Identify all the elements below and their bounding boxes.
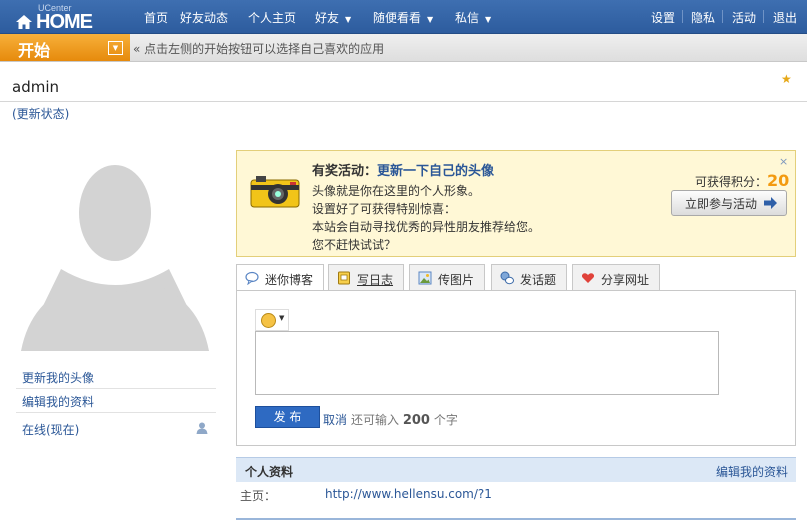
activity-line: 您不赶快试试？ bbox=[312, 238, 397, 252]
points-reward: 可获得积分：20 bbox=[695, 171, 789, 190]
nav-browse[interactable]: 随便看看 ▼ bbox=[373, 9, 433, 26]
edit-profile-label: 编辑我的资料 bbox=[22, 395, 95, 409]
emoji-picker-button[interactable]: ▼ bbox=[255, 309, 289, 331]
online-status-label: 在线(现在) bbox=[22, 423, 80, 437]
tab-label: 写日志 bbox=[357, 273, 394, 287]
caret-down-icon: ▼ bbox=[345, 15, 352, 24]
activity-line: 本站会自动寻找优秀的异性朋友推荐给您。 bbox=[312, 220, 541, 234]
nav-divider bbox=[722, 10, 723, 23]
nav-privacy[interactable]: 隐私 bbox=[691, 9, 715, 26]
heart-share-icon bbox=[581, 273, 595, 283]
caret-down-icon: ▼ bbox=[485, 15, 492, 24]
avatar[interactable] bbox=[21, 151, 209, 351]
homepage-url-link[interactable]: http://www.hellensu.com/?1 bbox=[325, 487, 492, 501]
camera-icon bbox=[250, 176, 300, 208]
reward-activity-box: × 有奖活动：更新一下自己的头像 头像就是你在这里的个人形象。 设置好了可获得特… bbox=[236, 150, 796, 257]
star-icon[interactable]: ★ bbox=[781, 72, 792, 86]
char-remaining-text: 还可输入 200 个字 bbox=[351, 411, 458, 428]
join-activity-button[interactable]: 立即参与活动 bbox=[671, 190, 787, 216]
tab-share-url[interactable]: 分享网址 bbox=[572, 264, 660, 290]
nav-settings[interactable]: 设置 bbox=[651, 9, 675, 26]
profile-section-header: 个人资料 编辑我的资料 bbox=[236, 457, 796, 482]
edit-profile-link[interactable]: 编辑我的资料 bbox=[716, 463, 788, 480]
edit-profile-link[interactable]: 编辑我的资料 bbox=[16, 388, 216, 413]
nav-logout[interactable]: 退出 bbox=[773, 9, 797, 26]
tab-label: 迷你博客 bbox=[265, 273, 314, 287]
remain-suffix: 个字 bbox=[433, 413, 458, 427]
homepage-label: 主页： bbox=[240, 489, 277, 503]
tab-label: 传图片 bbox=[438, 273, 475, 287]
chat-bubble-icon bbox=[245, 271, 259, 285]
close-icon[interactable]: × bbox=[779, 155, 788, 168]
activity-line: 头像就是你在这里的个人形象。 bbox=[312, 184, 481, 198]
tab-label: 分享网址 bbox=[601, 273, 650, 287]
start-button[interactable]: 开始 ▼ bbox=[0, 34, 130, 61]
publish-button[interactable]: 发 布 bbox=[255, 406, 320, 428]
start-hint-text: « 点击左侧的开始按钮可以选择自己喜欢的应用 bbox=[133, 42, 385, 56]
logo-big-text: HOME bbox=[36, 11, 93, 33]
start-button-label: 开始 bbox=[18, 41, 51, 60]
smiley-icon bbox=[261, 313, 276, 328]
nav-events[interactable]: 活动 bbox=[732, 9, 756, 26]
points-value: 20 bbox=[767, 171, 790, 190]
nav-home[interactable]: 首页 bbox=[144, 9, 168, 26]
activity-title-link[interactable]: 更新一下自己的头像 bbox=[377, 164, 494, 179]
activity-line: 设置好了可获得特别惊喜： bbox=[312, 202, 457, 216]
update-avatar-label: 更新我的头像 bbox=[22, 371, 95, 385]
caret-down-icon: ▼ bbox=[427, 15, 434, 24]
top-nav-bar: UCenter HOME 首页 好友动态 个人主页 好友 ▼ 随便看看 ▼ 私信 ▼ … bbox=[0, 0, 807, 34]
activity-title-prefix: 有奖活动： bbox=[312, 164, 378, 179]
online-status: 在线(现在) bbox=[16, 416, 216, 440]
remain-prefix: 还可输入 bbox=[351, 413, 400, 427]
start-bar: 开始 ▼ « 点击左侧的开始按钮可以选择自己喜欢的应用 bbox=[0, 34, 807, 62]
page-title-username: admin bbox=[12, 78, 59, 96]
join-activity-label: 立即参与活动 bbox=[685, 197, 758, 211]
cancel-link[interactable]: 取消 bbox=[323, 411, 347, 428]
nav-profile[interactable]: 个人主页 bbox=[248, 9, 296, 26]
mini-blog-textarea[interactable] bbox=[255, 331, 719, 395]
tab-upload-picture[interactable]: 传图片 bbox=[409, 264, 485, 290]
update-status-link[interactable]: (更新状态) bbox=[12, 105, 69, 122]
update-avatar-link[interactable]: 更新我的头像 bbox=[16, 364, 216, 389]
nav-divider bbox=[763, 10, 764, 23]
nav-messages[interactable]: 私信 ▼ bbox=[455, 9, 491, 26]
house-icon bbox=[16, 15, 32, 29]
topic-icon bbox=[500, 271, 514, 285]
nav-friend-feed[interactable]: 好友动态 bbox=[180, 9, 228, 26]
picture-icon bbox=[418, 271, 432, 285]
chevron-down-icon[interactable]: ▼ bbox=[108, 41, 123, 55]
notebook-icon bbox=[338, 271, 350, 285]
tab-write-journal[interactable]: 写日志 bbox=[328, 264, 404, 290]
section-divider bbox=[236, 518, 796, 520]
nav-divider bbox=[682, 10, 683, 23]
tab-label: 发话题 bbox=[520, 273, 557, 287]
points-label: 可获得积分： bbox=[695, 175, 768, 189]
nav-friends[interactable]: 好友 ▼ bbox=[315, 9, 351, 26]
remain-count: 200 bbox=[402, 413, 430, 428]
compose-panel: ▼ 发 布 取消 还可输入 200 个字 bbox=[236, 290, 796, 446]
tab-post-topic[interactable]: 发话题 bbox=[491, 264, 567, 290]
arrow-right-icon bbox=[764, 197, 777, 209]
uchome-logo[interactable]: UCenter HOME bbox=[14, 3, 100, 33]
user-online-icon bbox=[196, 422, 208, 434]
tab-mini-blog[interactable]: 迷你博客 bbox=[236, 264, 324, 291]
default-avatar-silhouette bbox=[21, 151, 209, 351]
header-divider bbox=[0, 101, 807, 102]
caret-down-icon: ▼ bbox=[279, 314, 285, 322]
post-type-tabs: 迷你博客 写日志 传图片 发话题 分享网址 bbox=[236, 264, 796, 291]
profile-section-title: 个人资料 bbox=[245, 465, 294, 479]
activity-title: 有奖活动：更新一下自己的头像 bbox=[312, 160, 494, 179]
